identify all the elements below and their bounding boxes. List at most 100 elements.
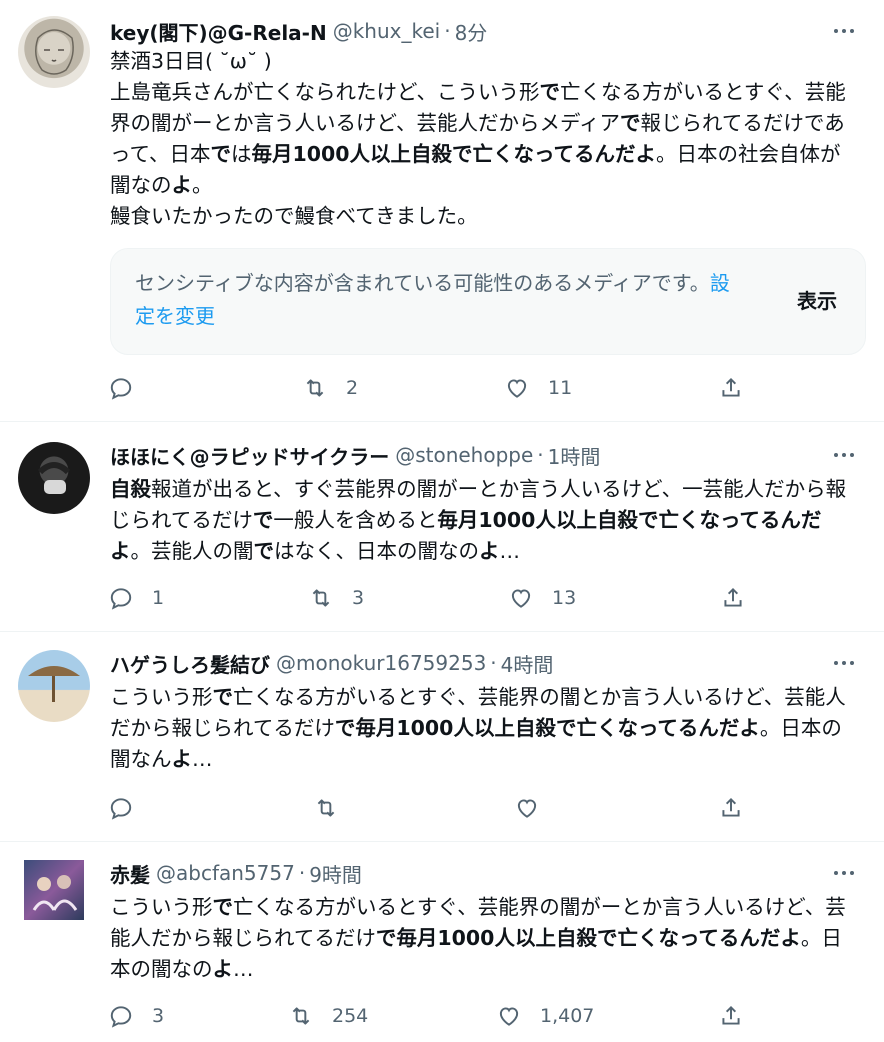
tweet-actions: 1 3 13 xyxy=(108,582,748,614)
more-icon[interactable] xyxy=(824,16,864,46)
avatar[interactable] xyxy=(18,442,90,514)
avatar[interactable] xyxy=(18,16,90,88)
bold-text-run: で xyxy=(210,142,231,166)
text-run: … xyxy=(192,747,213,771)
text-run: 。芸能人の闇 xyxy=(130,539,254,563)
text-run: 上島竜兵さんが亡くなられたけど、こういう形 xyxy=(110,80,540,104)
reply-icon xyxy=(110,588,132,610)
timestamp[interactable]: 1時間 xyxy=(548,441,601,470)
reply-button[interactable]: 3 xyxy=(108,1000,164,1032)
like-button[interactable] xyxy=(514,792,558,824)
like-icon xyxy=(507,379,527,398)
bold-text-run: で xyxy=(212,895,234,919)
retweet-count: 2 xyxy=(346,377,359,399)
share-icon xyxy=(724,587,742,607)
more-icon[interactable] xyxy=(824,858,864,888)
avatar-figures-icon xyxy=(32,875,78,911)
bold-text-run: よ xyxy=(171,747,193,771)
reply-icon xyxy=(110,798,132,820)
tweet-text: こういう形で亡くなる方がいるとすぐ、芸能界の闇がーとか言う人いるけど、芸能人だか… xyxy=(110,892,860,985)
tweet[interactable]: ほほにく@ラピッドサイクラー @stonehoppe · 1時間 自殺報道が出る… xyxy=(0,422,884,632)
avatar-masked-person-icon xyxy=(37,462,71,494)
reply-button[interactable]: 1 xyxy=(108,582,164,614)
retweet-button[interactable]: 2 xyxy=(302,372,358,404)
text-run: はなく、日本の闇なの xyxy=(274,539,479,563)
tweet-header: key(閣下)@G-Rela-N @khux_kei · 8分 xyxy=(110,16,864,46)
bold-text-run: で xyxy=(212,685,234,709)
avatar[interactable] xyxy=(24,860,84,920)
display-name[interactable]: ほほにく@ラピッドサイクラー xyxy=(110,441,389,470)
timestamp[interactable]: 9時間 xyxy=(309,859,362,888)
avatar-beach-hut-icon xyxy=(28,666,80,702)
timestamp[interactable]: 8分 xyxy=(455,17,488,46)
more-icon[interactable] xyxy=(824,440,864,470)
share-button[interactable] xyxy=(718,372,744,404)
reply-button[interactable] xyxy=(108,792,152,824)
bold-text-run: で毎月1000人以上自殺で亡くなってるんだよ xyxy=(375,926,801,950)
share-button[interactable] xyxy=(720,582,746,614)
retweet-icon xyxy=(306,379,324,397)
retweet-button[interactable] xyxy=(313,792,357,824)
text-run: 鰻食いたかったので鰻食べてきました。 xyxy=(110,204,478,228)
text-run: こういう形 xyxy=(110,685,213,709)
sensitive-message: センシティブな内容が含まれている可能性のあるメディアです。設定を変更 xyxy=(135,271,730,328)
retweet-icon xyxy=(317,799,335,817)
tweet-header: 赤髪 @abcfan5757 · 9時間 xyxy=(110,858,864,888)
retweet-button[interactable]: 254 xyxy=(288,1000,368,1032)
retweet-button[interactable]: 3 xyxy=(308,582,364,614)
text-run: 禁酒3日目( ˘ω˘ ) xyxy=(110,49,272,73)
username[interactable]: @khux_kei xyxy=(333,19,441,43)
reply-icon xyxy=(110,378,132,400)
reply-icon xyxy=(110,1006,132,1028)
share-button[interactable] xyxy=(718,1000,744,1032)
timestamp[interactable]: 4時間 xyxy=(501,649,554,678)
avatar-sketch-icon xyxy=(35,29,74,75)
text-run: は xyxy=(230,142,252,166)
reply-button[interactable] xyxy=(108,372,152,404)
more-icon[interactable] xyxy=(824,648,864,678)
username[interactable]: @monokur16759253 xyxy=(276,651,486,675)
text-run: … xyxy=(499,539,521,563)
tweet[interactable]: key(閣下)@G-Rela-N @khux_kei · 8分 禁酒3日目( ˘… xyxy=(0,0,884,422)
bold-text-run: よ xyxy=(212,957,234,981)
bold-text-run: よ xyxy=(479,539,500,563)
share-icon xyxy=(722,1005,740,1025)
retweet-count: 3 xyxy=(352,587,365,609)
bold-text-run: 自殺 xyxy=(110,477,151,501)
tweet[interactable]: 赤髪 @abcfan5757 · 9時間 こういう形で亡くなる方がいるとすぐ、芸… xyxy=(0,842,884,1042)
avatar[interactable] xyxy=(18,650,90,722)
like-button[interactable]: 13 xyxy=(508,582,576,614)
display-name[interactable]: key(閣下)@G-Rela-N xyxy=(110,17,327,46)
display-name[interactable]: ハゲうしろ髪結び xyxy=(110,649,270,678)
share-button[interactable] xyxy=(718,792,744,824)
like-button[interactable]: 11 xyxy=(504,372,572,404)
text-run: … xyxy=(233,957,254,981)
bold-text-run: 毎月1000人以上自殺で亡くなってるんだよ xyxy=(251,142,656,166)
tweet[interactable]: ハゲうしろ髪結び @monokur16759253 · 4時間 こういう形で亡く… xyxy=(0,632,884,842)
username[interactable]: @stonehoppe xyxy=(395,443,533,467)
separator-dot: · xyxy=(490,651,497,675)
display-name[interactable]: 赤髪 xyxy=(110,859,150,888)
tweet-text: 自殺報道が出ると、すぐ芸能界の闇がーとか言う人いるけど、一芸能人だから報じられて… xyxy=(110,474,860,567)
like-button[interactable]: 1,407 xyxy=(496,1000,594,1032)
tweet-actions: 2 11 xyxy=(108,372,748,404)
bold-text-run: で xyxy=(252,508,274,532)
text-run: こういう形 xyxy=(110,895,213,919)
like-icon xyxy=(499,1007,519,1026)
show-media-button[interactable]: 表示 xyxy=(797,285,837,314)
retweet-icon xyxy=(292,1007,310,1025)
like-count: 1,407 xyxy=(540,1005,595,1027)
tweet-actions: 3 254 1,407 xyxy=(108,1000,748,1032)
bold-text-run: で xyxy=(620,111,641,135)
bold-text-run: で xyxy=(253,539,275,563)
text-run: 一般人を含めると xyxy=(273,508,438,532)
bold-text-run: よ xyxy=(171,173,193,197)
tweet-actions xyxy=(108,792,748,824)
username[interactable]: @abcfan5757 xyxy=(156,861,295,885)
text-run: 。 xyxy=(192,173,213,197)
separator-dot: · xyxy=(444,19,451,43)
retweet-count: 254 xyxy=(332,1005,369,1027)
reply-count: 1 xyxy=(152,587,165,609)
separator-dot: · xyxy=(298,861,306,885)
like-icon xyxy=(511,589,531,608)
